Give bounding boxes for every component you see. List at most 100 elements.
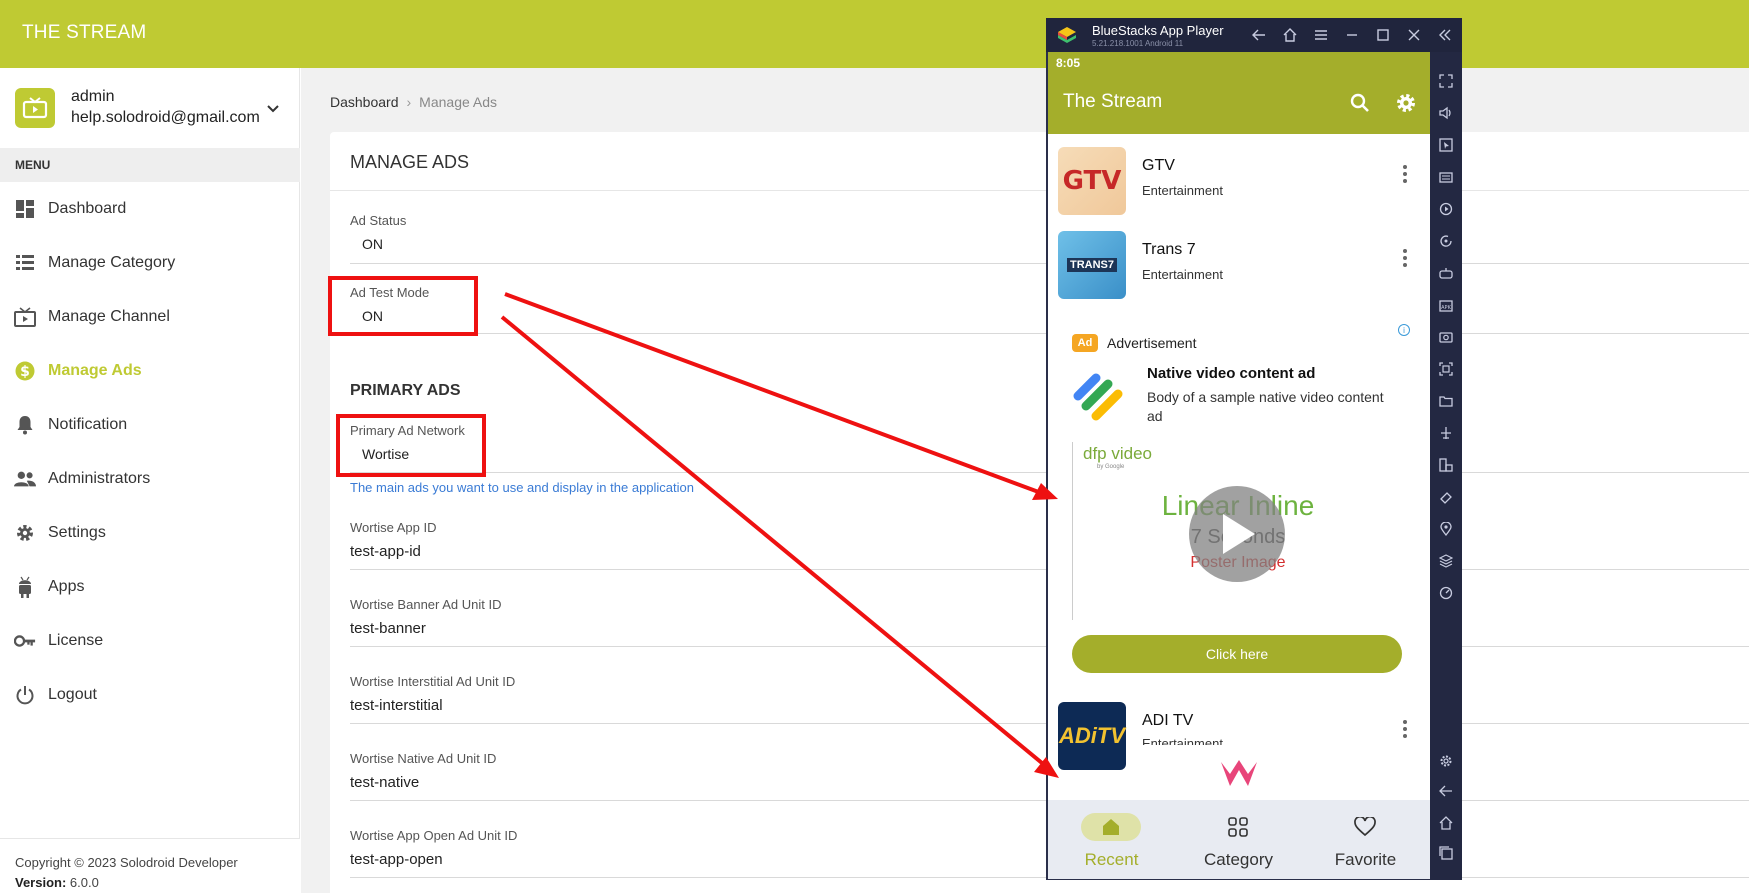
ad-badge: Ad — [1072, 334, 1098, 352]
wortise-app-id-input[interactable]: test-app-id — [350, 543, 421, 560]
pointer-icon[interactable] — [1437, 136, 1455, 154]
multi-instance-icon[interactable] — [1437, 456, 1455, 474]
sidebar-item-apps[interactable]: Apps — [0, 563, 300, 611]
wortise-app-open-label: Wortise App Open Ad Unit ID — [350, 828, 518, 843]
svg-text:APK: APK — [1441, 305, 1451, 311]
bluestacks-toolbar: APK — [1430, 52, 1462, 880]
ad-cta-button[interactable]: Click here — [1072, 635, 1402, 673]
android-home-icon[interactable] — [1437, 814, 1455, 832]
channel-logo: ADiTV — [1058, 702, 1126, 770]
copyright-text: Copyright © 2023 Solodroid Developer — [15, 855, 238, 870]
home-icon[interactable] — [1281, 26, 1299, 44]
more-vert-icon[interactable] — [1402, 165, 1408, 185]
menu-icon[interactable] — [1312, 26, 1330, 44]
ad-info-icon[interactable]: i — [1398, 324, 1410, 336]
channel-item-gtv[interactable]: GTV GTV Entertainment — [1048, 137, 1430, 221]
tab-category[interactable]: Category — [1175, 800, 1302, 879]
screenshot-icon[interactable] — [1437, 328, 1455, 346]
list-icon — [14, 252, 36, 274]
annotation-box-primary-network — [336, 414, 486, 477]
recent-apps-icon[interactable] — [1437, 844, 1455, 862]
tab-label: Category — [1204, 850, 1273, 869]
wortise-banner-label: Wortise Banner Ad Unit ID — [350, 597, 502, 612]
bluestacks-titlebar: BlueStacks App Player 5.21.218.1001 Andr… — [1046, 18, 1462, 52]
eraser-icon[interactable] — [1437, 488, 1455, 506]
primary-ad-network-help: The main ads you want to use and display… — [350, 480, 694, 495]
wortise-app-open-input[interactable]: test-app-open — [350, 851, 443, 868]
record-icon[interactable] — [1437, 360, 1455, 378]
tab-favorite[interactable]: Favorite — [1302, 800, 1429, 879]
ad-status-select[interactable]: ON — [362, 236, 383, 252]
sidebar-item-license[interactable]: License — [0, 617, 300, 665]
channel-logo-text: ADiTV — [1059, 723, 1125, 748]
gamepad-icon[interactable] — [1437, 264, 1455, 282]
dfp-logo: dfp video by Google — [1083, 444, 1152, 470]
channel-name: GTV — [1142, 157, 1175, 174]
ad-logo-icon[interactable] — [1072, 366, 1132, 426]
wortise-interstitial-input[interactable]: test-interstitial — [350, 697, 443, 714]
sidebar-item-logout[interactable]: Logout — [0, 671, 300, 719]
version-value: 6.0.0 — [69, 875, 99, 890]
layers-icon[interactable] — [1437, 552, 1455, 570]
sidebar-item-manage-category[interactable]: Manage Category — [0, 239, 300, 287]
minimize-icon[interactable] — [1343, 26, 1361, 44]
chevron-down-icon[interactable] — [266, 104, 280, 114]
sidebar-item-manage-channel[interactable]: Manage Channel — [0, 293, 300, 341]
airplane-icon[interactable] — [1437, 424, 1455, 442]
fullscreen-icon[interactable] — [1437, 72, 1455, 90]
volume-icon[interactable] — [1437, 104, 1455, 122]
channel-category: Entertainment — [1142, 736, 1223, 751]
tab-recent[interactable]: Recent — [1048, 800, 1175, 879]
keyboard-icon[interactable] — [1437, 168, 1455, 186]
android-screen: 8:05 The Stream GTV GTV Entertainment TR… — [1048, 52, 1430, 879]
wortise-banner-input[interactable]: test-banner — [350, 620, 426, 637]
menu-header-label: MENU — [15, 158, 51, 172]
sidebar-item-label: License — [48, 632, 104, 649]
channel-item-trans7[interactable]: TRANS7 Trans 7 Entertainment — [1048, 221, 1430, 305]
breadcrumb-home[interactable]: Dashboard — [330, 94, 399, 110]
sidebar-item-label: Apps — [48, 578, 85, 595]
wortise-logo-icon[interactable] — [1220, 760, 1258, 788]
macro-icon[interactable] — [1437, 200, 1455, 218]
android-icon — [14, 576, 36, 598]
sidebar-item-notification[interactable]: Notification — [0, 401, 300, 449]
channel-category: Entertainment — [1142, 267, 1223, 282]
speed-icon[interactable] — [1437, 584, 1455, 602]
svg-text:$: $ — [20, 364, 30, 380]
bottom-navigation: Recent Category Favorite — [1048, 800, 1430, 879]
user-profile[interactable]: admin help.solodroid@gmail.com — [0, 68, 300, 148]
maximize-icon[interactable] — [1374, 26, 1392, 44]
ad-status-label: Ad Status — [350, 213, 407, 228]
play-icon[interactable] — [1189, 486, 1285, 582]
back-icon[interactable] — [1250, 26, 1268, 44]
wortise-native-input[interactable]: test-native — [350, 774, 419, 791]
gear-icon[interactable] — [1395, 92, 1417, 114]
ad-headline[interactable]: Native video content ad — [1147, 365, 1315, 382]
sidebar-item-settings[interactable]: Settings — [0, 509, 300, 557]
settings-gear-icon[interactable] — [1437, 752, 1455, 770]
ad-video[interactable]: dfp videoby Google Linear Inline 7 Secon… — [1072, 442, 1402, 620]
rotate-icon[interactable] — [1437, 232, 1455, 250]
more-vert-icon[interactable] — [1402, 720, 1408, 740]
search-icon[interactable] — [1349, 92, 1371, 114]
dashboard-icon — [14, 198, 36, 220]
page-title: MANAGE ADS — [350, 152, 470, 172]
status-bar: 8:05 — [1048, 52, 1430, 74]
media-folder-icon[interactable] — [1437, 392, 1455, 410]
sidebar-item-dashboard[interactable]: Dashboard — [0, 185, 300, 233]
sidebar-item-label: Manage Channel — [48, 308, 170, 325]
channel-logo-text: GTV — [1062, 166, 1122, 196]
sidebar-item-label: Logout — [48, 686, 97, 703]
apk-icon[interactable]: APK — [1437, 296, 1455, 314]
channel-logo: GTV — [1058, 147, 1126, 215]
wortise-interstitial-label: Wortise Interstitial Ad Unit ID — [350, 674, 516, 689]
close-icon[interactable] — [1405, 26, 1423, 44]
collapse-sidebar-icon[interactable] — [1436, 26, 1454, 44]
more-vert-icon[interactable] — [1402, 249, 1408, 269]
sidebar-item-administrators[interactable]: Administrators — [0, 455, 300, 503]
channel-logo: TRANS7 — [1058, 231, 1126, 299]
sidebar-item-label: Administrators — [48, 470, 151, 487]
android-back-icon[interactable] — [1437, 782, 1455, 800]
location-icon[interactable] — [1437, 520, 1455, 538]
sidebar-item-manage-ads[interactable]: $ Manage Ads — [0, 347, 300, 395]
